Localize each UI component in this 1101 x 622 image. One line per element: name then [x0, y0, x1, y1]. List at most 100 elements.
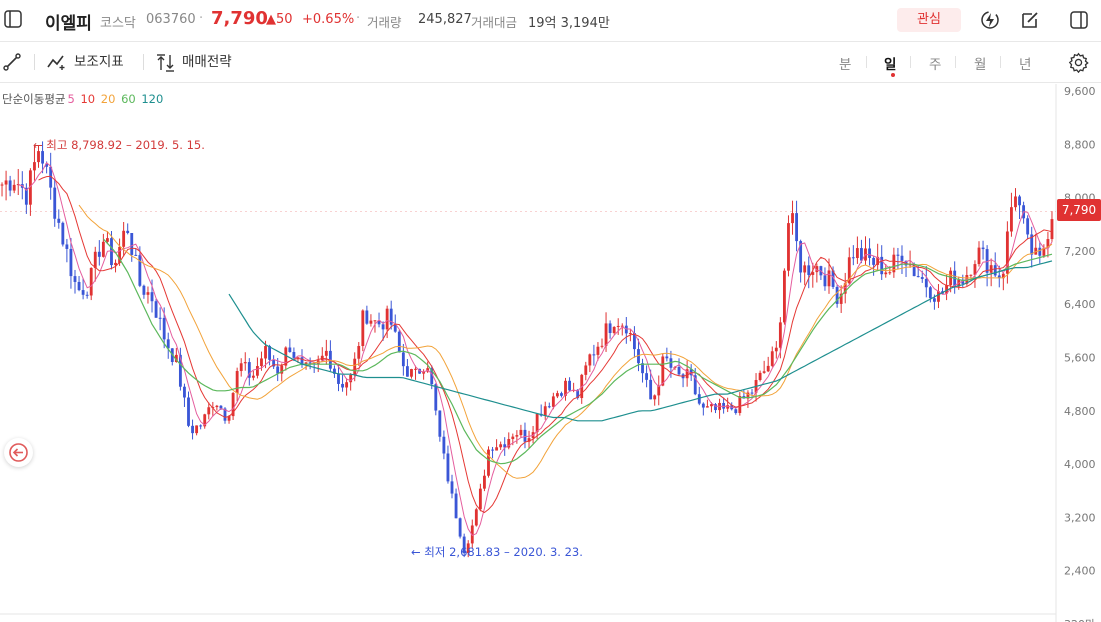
y-tick-label: 4,000: [1064, 458, 1096, 471]
candle-body: [491, 449, 494, 451]
y-tick-label: 6,400: [1064, 298, 1096, 311]
y-tick-label: 320만: [1064, 618, 1095, 622]
split-panel-icon[interactable]: [1069, 10, 1089, 30]
separator-dot: ·: [199, 11, 204, 26]
candle-body: [207, 407, 211, 415]
period-day[interactable]: 일: [884, 53, 896, 73]
candle-body: [215, 405, 219, 408]
sidebar-toggle-icon[interactable]: [4, 10, 22, 28]
candle-body: [543, 406, 547, 416]
candle-body: [928, 287, 932, 299]
y-axis-ticks: 9,6008,8008,0007,2006,4005,6004,8004,000…: [1064, 85, 1096, 622]
lightning-icon[interactable]: [980, 10, 1000, 30]
period-year[interactable]: 년: [1019, 53, 1031, 73]
candle-body: [134, 254, 138, 256]
candle-body: [791, 213, 794, 224]
candle-body: [827, 270, 831, 287]
candle-body: [588, 354, 592, 366]
candle-body: [53, 187, 57, 219]
active-period-dot: [891, 73, 895, 77]
candle-body: [199, 425, 203, 427]
market-label: 코스닥: [100, 16, 136, 31]
candle-body: [126, 230, 130, 234]
pen-line-icon[interactable]: [3, 53, 21, 71]
strategy-button[interactable]: 매매전략: [156, 51, 232, 73]
candle-body: [1050, 219, 1054, 240]
candle-body: [434, 384, 438, 411]
candle-body: [458, 518, 462, 537]
toolbar-divider: [34, 54, 35, 70]
candle-body: [33, 162, 36, 171]
candle-body: [89, 267, 93, 296]
candle-body: [450, 481, 454, 494]
candle-body: [373, 320, 377, 322]
candle-body: [81, 290, 85, 295]
candle-body: [341, 383, 344, 388]
candle-body: [288, 347, 292, 352]
stock-code: 063760: [146, 12, 196, 27]
candle-body: [738, 396, 742, 414]
period-week[interactable]: 주: [929, 53, 941, 73]
scroll-to-latest-button[interactable]: [4, 438, 33, 467]
candle-body: [150, 292, 154, 302]
candle-body: [535, 413, 539, 433]
volume-label: 거래량: [367, 15, 402, 30]
candle-body: [868, 248, 871, 258]
candle-body: [783, 270, 786, 323]
candle-body: [401, 352, 405, 367]
candle-body: [65, 244, 69, 249]
candle-body: [0, 184, 4, 186]
candle-body: [653, 395, 657, 400]
candle-body: [649, 379, 653, 400]
candle-body: [896, 254, 900, 256]
edit-icon[interactable]: [1020, 10, 1040, 30]
candle-body: [596, 346, 600, 355]
candle-body: [645, 373, 649, 380]
candle-body: [624, 325, 628, 334]
gear-icon[interactable]: [1068, 52, 1089, 73]
volume-value: 245,827: [418, 12, 472, 27]
y-tick-label: 9,600: [1064, 85, 1096, 98]
chart-toolbar: 보조지표 매매전략 분 일 주 월 년: [0, 42, 1101, 83]
period-month[interactable]: 월: [974, 53, 986, 73]
candle-body: [337, 373, 340, 384]
candle-body: [551, 396, 555, 407]
price-chart[interactable]: 9,6008,8008,0007,2006,4005,6004,8004,000…: [0, 84, 1101, 622]
candle-body: [69, 248, 73, 277]
period-divider: [1000, 56, 1001, 68]
candle-body: [142, 285, 146, 295]
candle-body: [555, 393, 559, 397]
candle-body: [600, 345, 604, 347]
candle-body: [766, 365, 770, 372]
candle-body: [260, 358, 263, 367]
candle-body: [722, 402, 726, 409]
indicator-button[interactable]: 보조지표: [47, 51, 124, 73]
candle-body: [106, 238, 109, 242]
candle-body: [795, 213, 798, 242]
candle-body: [701, 403, 705, 408]
candle-body: [442, 436, 446, 454]
candle-body: [268, 346, 271, 360]
candle-body: [154, 301, 158, 318]
candle-body: [604, 323, 608, 346]
candle-body: [243, 362, 247, 364]
candle-body: [612, 326, 616, 334]
candle-body: [77, 281, 81, 291]
y-tick-label: 3,200: [1064, 511, 1096, 524]
candle-body: [146, 292, 150, 295]
y-tick-label: 4,800: [1064, 405, 1096, 418]
candle-body: [807, 265, 811, 275]
candle-body: [414, 368, 417, 370]
candle-body: [101, 241, 105, 257]
candle-body: [872, 257, 876, 265]
candle-body: [758, 372, 762, 380]
candle-body: [130, 233, 134, 255]
candle-body: [97, 251, 101, 257]
period-minute[interactable]: 분: [839, 53, 851, 73]
candle-body: [1038, 247, 1042, 256]
candle-body: [410, 369, 413, 377]
candle-body: [888, 272, 892, 274]
watchlist-button[interactable]: 관심: [897, 8, 961, 32]
y-tick-label: 8,800: [1064, 138, 1096, 151]
candle-body: [499, 444, 503, 448]
